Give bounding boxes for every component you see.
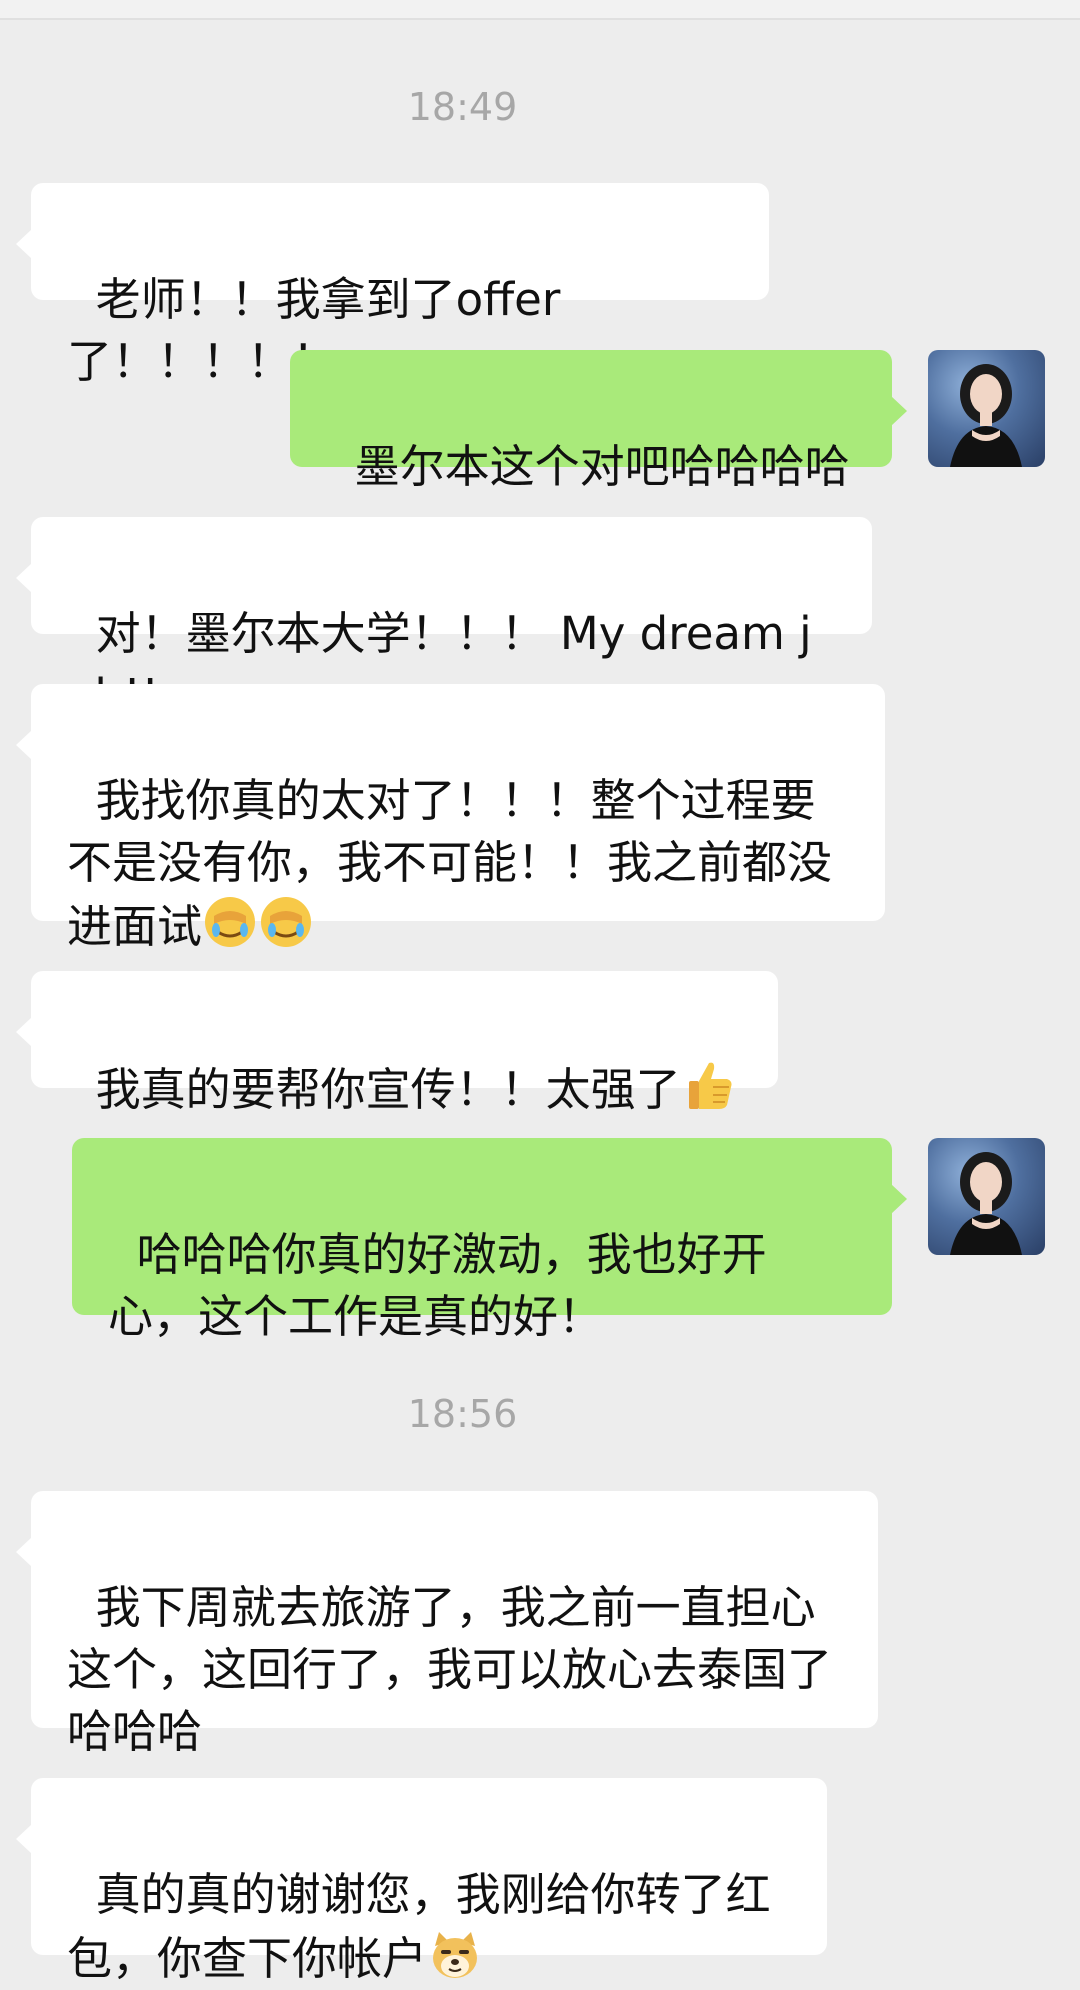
message-bubble-incoming[interactable]: 老师！！我拿到了offer了！！！！！ — [16, 183, 769, 388]
message-bubble-incoming[interactable]: 真的真的谢谢您，我刚给你转了红包，你查下你帐户 — [16, 1778, 827, 1985]
message-text: 我真的要帮你宣传！！太强了 — [95, 1063, 681, 1116]
message-text: 哈哈哈你真的好激动，我也好开心，这个工作是真的好！ — [108, 1228, 767, 1343]
avatar-portrait-image — [950, 1152, 1022, 1255]
avatar-portrait-image — [950, 364, 1022, 467]
facepalm-crying-emoji — [261, 897, 312, 947]
doge-emoji — [433, 1932, 478, 1978]
user-avatar[interactable] — [928, 1138, 1045, 1255]
message-bubble-incoming[interactable]: 我真的要帮你宣传！！太强了 — [16, 971, 778, 1116]
message-text: 我下周就去旅游了，我之前一直担心这个，这回行了，我可以放心去泰国了哈哈哈 — [67, 1581, 833, 1758]
message-bubble-incoming[interactable]: 我找你真的太对了！！！整个过程要不是没有你，我不可能！！我之前都没进面试 — [16, 684, 885, 953]
message-text: 我找你真的太对了！！！整个过程要不是没有你，我不可能！！我之前都没进面试 — [67, 774, 833, 953]
thumbs-up-emoji — [688, 1062, 732, 1109]
message-bubble-outgoing[interactable]: 哈哈哈你真的好激动，我也好开心，这个工作是真的好！ — [72, 1138, 907, 1343]
message-bubble-incoming[interactable]: 我下周就去旅游了，我之前一直担心这个，这回行了，我可以放心去泰国了哈哈哈 — [16, 1491, 878, 1758]
facepalm-crying-emoji — [205, 897, 256, 947]
message-text: 真的真的谢谢您，我刚给你转了红包，你查下你帐户 — [67, 1868, 771, 1985]
chat-timestamp: 18:56 — [407, 1392, 518, 1436]
message-bubble-incoming[interactable]: 对！墨尔本大学！！！ My dream job!! — [16, 517, 872, 722]
message-text: 墨尔本这个对吧哈哈哈哈 — [354, 440, 850, 493]
user-avatar[interactable] — [928, 350, 1045, 467]
top-divider — [0, 0, 1080, 20]
message-bubble-outgoing[interactable]: 墨尔本这个对吧哈哈哈哈 — [290, 350, 907, 493]
chat-timestamp: 18:49 — [407, 85, 518, 129]
